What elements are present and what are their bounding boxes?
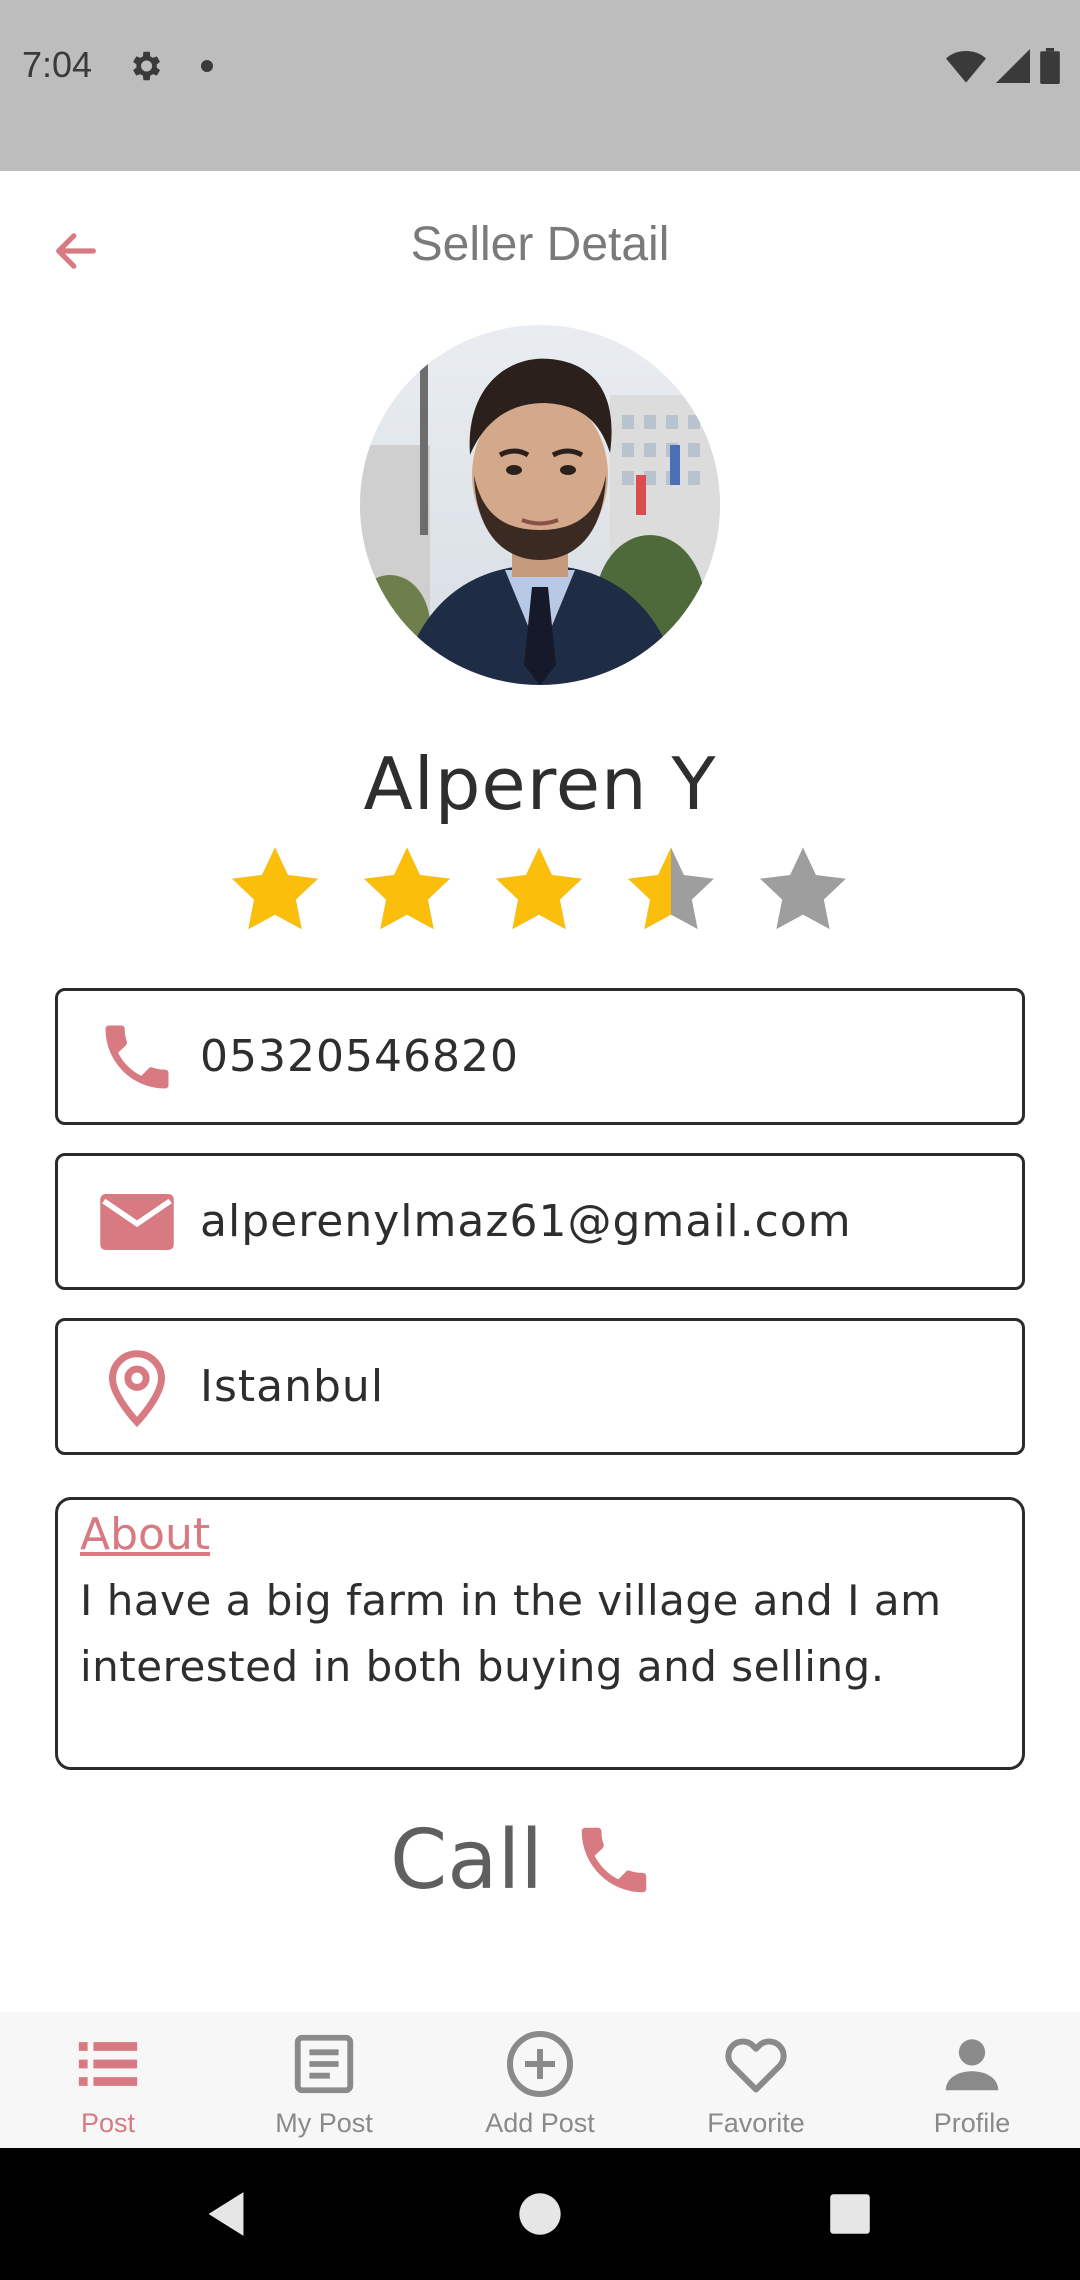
nav-label-post: Post: [80, 2108, 136, 2138]
email-icon: [92, 1177, 182, 1267]
phone-value: 05320546820: [200, 1031, 519, 1082]
system-recents-button[interactable]: [814, 2178, 886, 2250]
circle-home-icon: [519, 2193, 561, 2235]
page-title: Seller Detail: [410, 218, 670, 271]
star-icon: [628, 847, 714, 930]
call-label: Call: [390, 1812, 544, 1908]
location-pin-icon: [92, 1342, 182, 1432]
nav-label-add-post: Add Post: [485, 2108, 595, 2138]
call-button[interactable]: Call: [390, 1800, 657, 1920]
nav-label-favorite: Favorite: [707, 2108, 805, 2138]
seller-avatar: [360, 325, 720, 685]
notification-dot-icon: [201, 60, 213, 72]
add-circle-icon: [500, 2024, 580, 2104]
seller-name: Alperen Y: [363, 742, 717, 826]
square-recents-icon: [830, 2194, 870, 2234]
location-field[interactable]: Istanbul: [55, 1318, 1025, 1455]
seller-rating: [225, 840, 865, 940]
app-bar: Seller Detail: [0, 171, 1080, 326]
system-home-button[interactable]: [504, 2178, 576, 2250]
nav-item-add-post[interactable]: Add Post: [432, 2012, 648, 2148]
star-icon: [364, 847, 450, 930]
location-value: Istanbul: [200, 1361, 385, 1412]
about-text: I have a big farm in the village and I a…: [80, 1576, 942, 1691]
status-indicators: [946, 48, 1060, 84]
nav-item-profile[interactable]: Profile: [864, 2012, 1080, 2148]
phone-icon: [92, 1012, 182, 1102]
system-back-button[interactable]: [190, 2178, 262, 2250]
list-icon: [68, 2024, 148, 2104]
star-icon: [760, 847, 846, 930]
settings-icon: [133, 51, 161, 81]
star-icon: [232, 847, 318, 930]
about-title: About: [80, 1509, 211, 1560]
wifi-icon: [946, 51, 986, 83]
status-time: 7:04: [22, 44, 93, 85]
battery-icon: [1040, 48, 1060, 84]
email-field[interactable]: alperenylmaz61@gmail.com: [55, 1153, 1025, 1290]
nav-item-my-post[interactable]: My Post: [216, 2012, 432, 2148]
cellular-signal-icon: [996, 49, 1030, 83]
star-icon: [496, 847, 582, 930]
nav-label-my-post: My Post: [275, 2108, 373, 2138]
system-navigation-bar: [0, 2148, 1080, 2280]
email-value: alperenylmaz61@gmail.com: [200, 1196, 852, 1247]
about-card: About I have a big farm in the village a…: [55, 1497, 1025, 1770]
triangle-back-icon: [208, 2192, 244, 2236]
nav-label-profile: Profile: [933, 2108, 1011, 2138]
phone-field[interactable]: 05320546820: [55, 988, 1025, 1125]
phone-icon: [571, 1817, 657, 1903]
status-bar: 7:04: [0, 0, 1080, 171]
nav-item-favorite[interactable]: Favorite: [648, 2012, 864, 2148]
nav-item-post[interactable]: Post: [0, 2012, 216, 2148]
person-icon: [932, 2024, 1012, 2104]
heart-icon: [716, 2024, 796, 2104]
bottom-navigation: Post My Post Add Post Favorite Profile: [0, 2012, 1080, 2148]
document-icon: [284, 2024, 364, 2104]
